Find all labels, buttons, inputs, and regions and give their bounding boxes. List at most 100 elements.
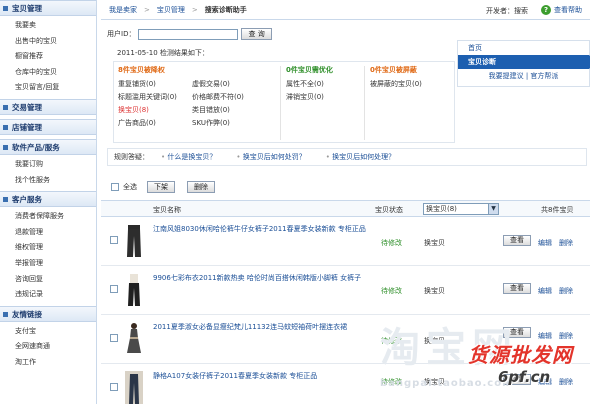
section-square-icon bbox=[3, 311, 8, 317]
product-thumbnail bbox=[128, 274, 140, 306]
metric-dup[interactable]: 重复铺货(0) bbox=[118, 78, 192, 91]
rule-link-handle[interactable]: 换宝贝后如何处理？ bbox=[326, 152, 395, 162]
user-id-label: 用户ID： bbox=[107, 30, 136, 38]
optimize-heading[interactable]: 0件宝贝需优化 bbox=[286, 65, 333, 78]
delete-link[interactable]: 删除 bbox=[559, 286, 573, 296]
view-button[interactable]: 查看 bbox=[503, 283, 531, 294]
blocked-heading[interactable]: 0件宝贝被屏蔽 bbox=[370, 65, 422, 78]
item-count: 共8件宝贝 bbox=[541, 206, 574, 214]
suggest-link[interactable]: 我要提建议 bbox=[489, 72, 524, 80]
section-square-icon bbox=[3, 144, 8, 150]
metric-blocked[interactable]: 被屏蔽的宝贝(0) bbox=[370, 78, 422, 91]
table-row: 9906七彩布衣2011新款热卖 哈伦时尚百搭休闲韩版小脚裤 女裤子 待修改 换… bbox=[101, 266, 590, 315]
sidebar-section-customer-service[interactable]: 客户服务 bbox=[0, 191, 96, 208]
sidebar-item-messages[interactable]: 宝贝留言/回复 bbox=[0, 80, 96, 96]
section-square-icon bbox=[3, 6, 8, 11]
section-square-icon bbox=[3, 197, 8, 203]
product-name-link[interactable]: 2011夏季淑女必备显瘦纪梵儿11132连马蚊短袖荷叶摆连衣裙 bbox=[153, 322, 368, 333]
metric-ads[interactable]: 广告商品(0) bbox=[118, 117, 192, 130]
product-status: 待修改 bbox=[381, 239, 402, 247]
result-summary: 8件宝贝被降权 重复铺货(0) 虚假交易(0) 标题滥用关键词(0) 价格邮费不符(… bbox=[113, 61, 455, 143]
breadcrumb-products[interactable]: 宝贝管理 bbox=[157, 5, 185, 15]
sidebar-item-warehouse[interactable]: 仓库中的宝贝 bbox=[0, 65, 96, 81]
page-title: 搜索诊断助手 bbox=[204, 5, 247, 14]
select-all-checkbox[interactable] bbox=[111, 183, 119, 191]
select-all-label: 全选 bbox=[123, 183, 137, 191]
product-thumbnail bbox=[125, 371, 143, 404]
metric-unsold[interactable]: 滞销宝贝(0) bbox=[286, 91, 333, 104]
sidebar-section-shop[interactable]: 店铺管理 bbox=[0, 118, 96, 135]
metric-keyword[interactable]: 标题滥用关键词(0) bbox=[118, 91, 192, 104]
url-watermark: bangpai.taobao.com bbox=[380, 378, 514, 389]
product-type: 换宝贝 bbox=[424, 239, 445, 247]
breadcrumb-seller[interactable]: 我是卖家 bbox=[109, 5, 137, 15]
row-checkbox[interactable] bbox=[110, 236, 118, 244]
sidebar-item-report[interactable]: 举报管理 bbox=[0, 256, 96, 272]
breadcrumb-separator: > bbox=[191, 5, 198, 14]
metric-fake[interactable]: 虚假交易(0) bbox=[192, 80, 230, 88]
sidebar-item-subscribe[interactable]: 我要订购 bbox=[0, 157, 96, 173]
row-checkbox[interactable] bbox=[110, 334, 118, 342]
sidebar-section-software[interactable]: 软件产品/服务 bbox=[0, 138, 96, 155]
demoted-column: 8件宝贝被降权 重复铺货(0) 虚假交易(0) 标题滥用关键词(0) 价格邮费不符(… bbox=[118, 65, 244, 130]
help-link[interactable]: ? 查看帮助 bbox=[541, 5, 582, 15]
metric-sku[interactable]: SKU作弊(0) bbox=[192, 119, 230, 127]
nav-links: 我要提建议 | 官方帮派 bbox=[488, 72, 559, 80]
nav-diagnose[interactable]: 宝贝诊断 bbox=[458, 55, 590, 69]
sidebar-item-violations[interactable]: 违规记录 bbox=[0, 287, 96, 303]
divider bbox=[280, 66, 281, 140]
sidebar-item-guarantee[interactable]: 消费者保障服务 bbox=[0, 209, 96, 225]
diagnose-panel: 用户ID： 查 询 2011-05-10 检测结果如下： 8件宝贝被降权 重复铺… bbox=[107, 27, 455, 143]
sidebar-item-jobs[interactable]: 淘工作 bbox=[0, 355, 96, 371]
metric-category[interactable]: 类目错放(0) bbox=[192, 106, 230, 114]
sidebar-section-trade[interactable]: 交易管理 bbox=[0, 98, 96, 115]
view-button[interactable]: 查看 bbox=[503, 235, 531, 246]
user-id-input[interactable] bbox=[138, 28, 239, 40]
product-name-link[interactable]: 9906七彩布衣2011新款热卖 哈伦时尚百搭休闲韩版小脚裤 女裤子 bbox=[153, 273, 368, 284]
sidebar-item-on-sale[interactable]: 出售中的宝贝 bbox=[0, 34, 96, 50]
sidebar-item-custom-service[interactable]: 找个性服务 bbox=[0, 173, 96, 189]
product-thumbnail bbox=[127, 323, 141, 353]
edit-link[interactable]: 编辑 bbox=[538, 238, 552, 248]
right-nav: 首页 宝贝诊断 我要提建议 | 官方帮派 bbox=[457, 40, 590, 87]
row-checkbox[interactable] bbox=[110, 285, 118, 293]
optimize-column: 0件宝贝需优化 属性不全(0) 滞销宝贝(0) bbox=[286, 65, 333, 104]
section-square-icon bbox=[3, 124, 8, 130]
edit-link[interactable]: 编辑 bbox=[538, 286, 552, 296]
sidebar-item-sell[interactable]: 我要卖 bbox=[0, 18, 96, 34]
delete-link[interactable]: 删除 bbox=[559, 238, 573, 248]
type-filter-select[interactable]: 换宝贝(8) ▼ bbox=[423, 203, 499, 215]
col-status: 宝贝状态 bbox=[375, 206, 403, 214]
query-button[interactable]: 查 询 bbox=[241, 28, 272, 40]
product-status: 待修改 bbox=[381, 287, 402, 295]
sidebar-section-products[interactable]: 宝贝管理 bbox=[0, 0, 96, 16]
sidebar-item-showcase[interactable]: 橱窗推荐 bbox=[0, 49, 96, 65]
site-watermark: 6pf.cn bbox=[498, 368, 551, 386]
product-name-link[interactable]: 静格A107女装仔裤子2011春夏季女装新款 专柜正品 bbox=[153, 371, 368, 382]
promo-watermark: 货源批发网 bbox=[468, 343, 573, 367]
demoted-heading[interactable]: 8件宝贝被降权 bbox=[118, 65, 244, 78]
sidebar-item-refund[interactable]: 退款管理 bbox=[0, 225, 96, 241]
sidebar-item-rights[interactable]: 维权管理 bbox=[0, 240, 96, 256]
forum-link[interactable]: 官方帮派 bbox=[530, 72, 558, 80]
rule-link-what[interactable]: 什么是换宝贝？ bbox=[161, 152, 216, 162]
section-square-icon bbox=[3, 104, 8, 110]
delete-link[interactable]: 删除 bbox=[559, 377, 573, 387]
sidebar-section-links[interactable]: 友情链接 bbox=[0, 305, 96, 322]
metric-swap[interactable]: 换宝贝(8) bbox=[118, 104, 192, 117]
sidebar-item-consult[interactable]: 咨询回复 bbox=[0, 272, 96, 288]
rule-link-penalty[interactable]: 换宝贝后如何处罚？ bbox=[236, 152, 306, 162]
view-button[interactable]: 查看 bbox=[503, 327, 531, 338]
product-name-link[interactable]: 江南风姐8030休闲哈伦裤牛仔女裤子2011春夏季女装新款 专柜正品 bbox=[153, 224, 368, 235]
row-checkbox[interactable] bbox=[110, 383, 118, 391]
top-bar: 我是卖家 > 宝贝管理 > 搜索诊断助手 开发者：搜索 ? 查看帮助 bbox=[101, 0, 590, 20]
metric-price[interactable]: 价格邮费不符(0) bbox=[192, 93, 244, 101]
delist-button[interactable]: 下架 bbox=[147, 181, 175, 193]
help-icon: ? bbox=[541, 5, 551, 15]
nav-home[interactable]: 首页 bbox=[458, 41, 589, 55]
delete-button[interactable]: 删除 bbox=[187, 181, 215, 193]
product-type: 换宝贝 bbox=[424, 337, 445, 345]
sidebar-item-express[interactable]: 全网速商通 bbox=[0, 339, 96, 355]
sidebar-item-alipay[interactable]: 支付宝 bbox=[0, 324, 96, 340]
metric-attributes[interactable]: 属性不全(0) bbox=[286, 78, 333, 91]
